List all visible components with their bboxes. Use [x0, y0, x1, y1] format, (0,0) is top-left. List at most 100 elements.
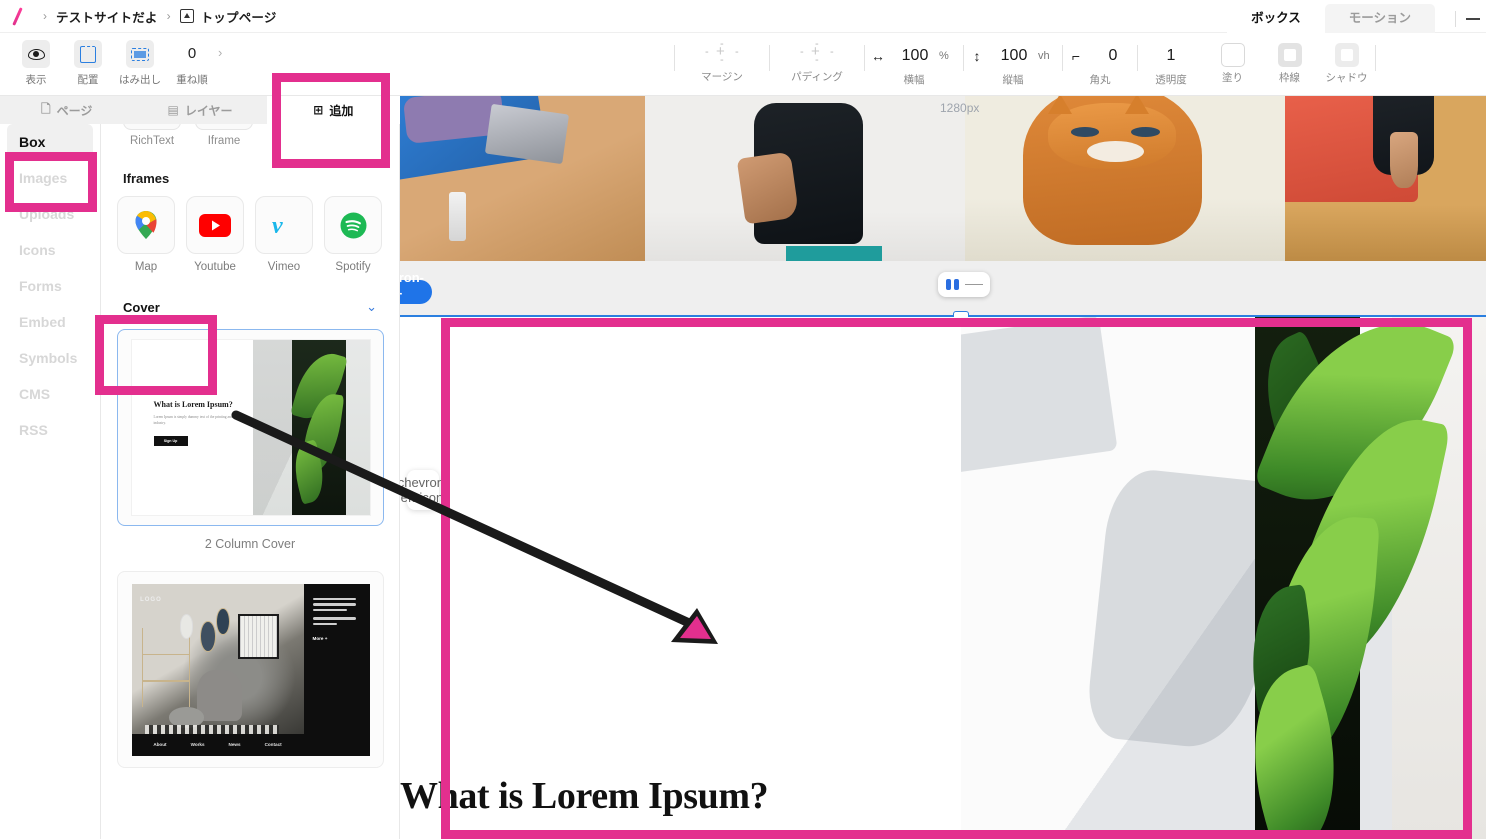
sidebar-item-forms[interactable]: Forms — [7, 268, 93, 304]
component-iframe[interactable]: Iframe — [195, 124, 253, 147]
tab-motion[interactable]: モーション — [1324, 4, 1435, 33]
toolbar-zorder[interactable]: 0 重ね順 — [166, 33, 218, 87]
sidebar-item-symbols[interactable]: Symbols — [7, 340, 93, 376]
opacity-control[interactable]: 1 透明度 — [1138, 33, 1204, 87]
width-control[interactable]: ↔ 100 % 横幅 — [865, 33, 963, 87]
margin-right-value[interactable]: - — [735, 46, 739, 58]
annotation-box-add-tab — [272, 73, 390, 168]
toolbar-divider-7 — [1375, 45, 1376, 71]
radius-value[interactable]: 0 — [1089, 47, 1137, 65]
fill-swatch-icon[interactable] — [1220, 43, 1245, 67]
template2-side-panel: More + — [303, 583, 370, 756]
breadcrumb-page-name: トップページ — [200, 10, 277, 25]
eye-icon — [22, 40, 50, 68]
template2-nav-news: News — [228, 742, 241, 747]
margin-bottom-value[interactable]: - — [720, 54, 724, 66]
app-logo-icon[interactable] — [0, 0, 34, 33]
breadcrumb-separator-1: › — [43, 9, 47, 23]
shadow-swatch-icon[interactable] — [1334, 43, 1359, 67]
radius-control[interactable]: ⌐ 0 角丸 — [1063, 33, 1137, 87]
zorder-value[interactable]: 0 — [188, 40, 196, 68]
opacity-value[interactable]: 1 — [1147, 47, 1195, 65]
height-arrow-icon: ↕ — [973, 48, 981, 64]
width-value[interactable]: 100 — [891, 47, 939, 65]
breadcrumb-separator-2: › — [166, 9, 171, 23]
sidebar-item-embed[interactable]: Embed — [7, 304, 93, 340]
tab-pages[interactable]: 🗋 ページ — [0, 96, 133, 124]
spotify-icon — [324, 196, 382, 254]
home-page-icon — [179, 9, 194, 23]
padding-top-value[interactable]: - — [815, 38, 819, 50]
height-unit[interactable]: vh — [1038, 50, 1062, 62]
height-label: 縦幅 — [1002, 74, 1024, 86]
section-handle-button[interactable]: chevron-right-icon — [400, 270, 432, 304]
padding-control[interactable]: + - - - - パディング — [770, 33, 864, 84]
toolbar-placement-label: 配置 — [77, 74, 99, 86]
border-control[interactable]: 枠線 — [1261, 33, 1318, 85]
toolbar-overflow[interactable]: はみ出し — [114, 33, 166, 87]
photo-yoga-red-mat — [1285, 96, 1486, 261]
youtube-icon — [186, 196, 244, 254]
template1-photo — [252, 340, 370, 515]
panel-collapse-button[interactable]: chevron-left-icon — [400, 470, 448, 510]
split-bar-right-icon — [954, 279, 959, 290]
padding-right-value[interactable]: - — [830, 46, 834, 58]
iframe-map-label: Map — [134, 261, 158, 273]
photo-yoga-prayer-pose — [645, 96, 965, 261]
margin-control[interactable]: + - - - - マージン — [675, 33, 769, 84]
padding-label: パディング — [791, 71, 843, 83]
iframe-vimeo-label: Vimeo — [267, 261, 301, 273]
width-unit[interactable]: % — [939, 50, 963, 62]
margin-left-value[interactable]: - — [705, 46, 709, 58]
template2-more-link: More + — [312, 636, 328, 642]
cover-template-2-preview[interactable]: LOGO About Works News Contact More + — [117, 571, 384, 768]
fill-control[interactable]: 塗り — [1204, 33, 1261, 85]
height-control[interactable]: ↕ 100 vh 縦幅 — [964, 33, 1062, 87]
template2-nav-contact: Contact — [264, 742, 282, 747]
shadow-control[interactable]: シャドウ — [1318, 33, 1375, 85]
sidebar-item-rss[interactable]: RSS — [7, 412, 93, 448]
window-minimize-button[interactable] — [1466, 18, 1480, 20]
toolbar-visibility[interactable]: 表示 — [10, 33, 62, 87]
height-value[interactable]: 100 — [990, 47, 1038, 65]
canvas-width-label: 1280px — [940, 101, 980, 115]
sidebar-item-icons[interactable]: Icons — [7, 232, 93, 268]
canvas-photo-strip[interactable] — [400, 96, 1486, 261]
annotation-box-sidebar-box — [5, 152, 97, 212]
breadcrumb-site-name[interactable]: テストサイトだよ — [56, 7, 158, 26]
overflow-icon — [126, 40, 154, 68]
margin-label: マージン — [701, 71, 743, 83]
right-panel-tabs: ボックス モーション — [1227, 0, 1486, 33]
tab-layers[interactable]: ▤ レイヤー — [133, 96, 266, 124]
iframe-item-youtube[interactable]: Youtube — [186, 196, 244, 273]
split-line-icon — [965, 283, 983, 286]
svg-text:v: v — [272, 213, 283, 238]
toolbar-overflow-label: はみ出し — [119, 74, 161, 86]
vimeo-icon: v — [255, 196, 313, 254]
iframe-item-map[interactable]: Map — [117, 196, 175, 273]
border-label: 枠線 — [1279, 72, 1300, 84]
border-swatch-icon[interactable] — [1277, 43, 1302, 67]
placement-icon — [74, 40, 102, 68]
shadow-label: シャドウ — [1325, 72, 1368, 84]
cover-template-2[interactable]: LOGO About Works News Contact More + — [101, 565, 399, 768]
toolbar-expand-chevron-icon[interactable]: › — [218, 33, 222, 60]
breadcrumb-page[interactable]: トップページ — [179, 7, 277, 26]
component-richtext[interactable]: RichText — [123, 124, 181, 147]
padding-left-value[interactable]: - — [800, 46, 804, 58]
toolbar-placement[interactable]: 配置 — [62, 33, 114, 87]
iframe-item-vimeo[interactable]: v Vimeo — [255, 196, 313, 273]
layers-icon: ▤ — [167, 103, 179, 117]
chevron-down-icon[interactable]: ⌄ — [366, 299, 377, 315]
margin-top-value[interactable]: - — [720, 38, 724, 50]
iframe-item-spotify[interactable]: Spotify — [324, 196, 382, 273]
fill-label: 塗り — [1222, 72, 1243, 84]
width-label: 横幅 — [903, 74, 925, 86]
richtext-label: RichText — [129, 135, 175, 147]
sidebar-item-cms[interactable]: CMS — [7, 376, 93, 412]
width-arrow-icon: ↔ — [871, 48, 885, 64]
margin-cross-icon: + - - - - — [705, 38, 739, 66]
tab-box[interactable]: ボックス — [1227, 4, 1325, 33]
layout-split-widget[interactable] — [938, 272, 990, 297]
padding-bottom-value[interactable]: - — [815, 54, 819, 66]
